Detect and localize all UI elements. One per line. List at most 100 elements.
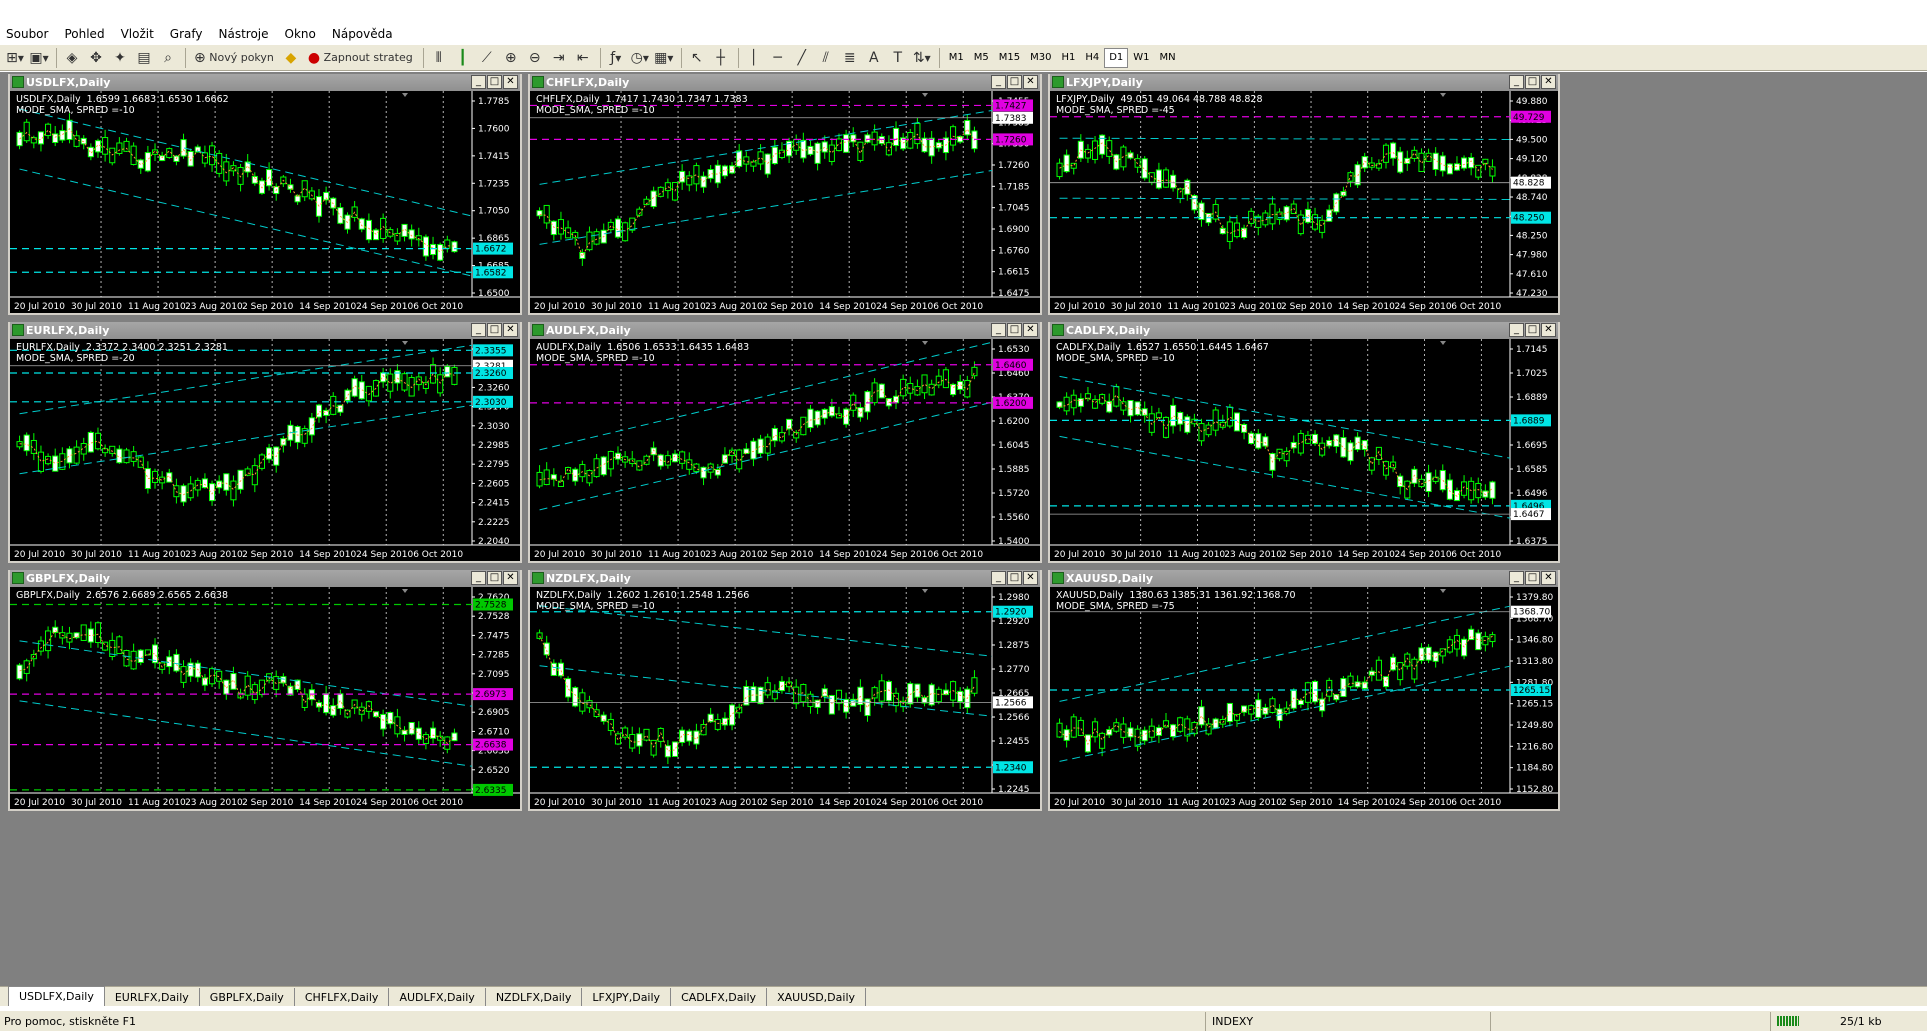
minimize-button[interactable]: _ [1509,323,1524,337]
chart-tab[interactable]: EURLFX,Daily [105,988,200,1006]
menu-item-6[interactable]: Nápověda [332,27,393,41]
channel-icon[interactable]: ⫽ [815,47,837,69]
chart-window[interactable]: USDLFX,Daily _ □ ✕ 20 Jul 2010 30 Jul 2010 11 … [8,74,522,315]
chart-tab[interactable]: AUDLFX,Daily [389,988,486,1006]
chart-window[interactable]: NZDLFX,Daily _ □ ✕ 20 Jul 2010 30 Jul 2010 11 … [528,570,1042,811]
bar-chart-icon[interactable]: ⫴ [428,47,450,69]
price-chart[interactable]: 20 Jul 2010 30 Jul 2010 11 Aug 2010 23 Aug … [1050,587,1558,809]
price-chart[interactable]: 20 Jul 2010 30 Jul 2010 11 Aug 2010 23 Aug … [530,91,1040,313]
profiles-icon[interactable]: ▣ ▾ [28,47,50,69]
timeframe-m1[interactable]: M1 [944,48,969,68]
close-button[interactable]: ✕ [503,323,518,337]
price-chart[interactable]: 20 Jul 2010 30 Jul 2010 11 Aug 2010 23 Aug … [1050,91,1558,313]
templates-icon[interactable]: ▦ ▾ [653,47,675,69]
minimize-button[interactable]: _ [1509,571,1524,585]
chart-tab[interactable]: CADLFX,Daily [671,988,768,1006]
menu-item-1[interactable]: Pohled [64,27,104,41]
autotrading-button[interactable]: ● Zapnout strateg [304,47,417,69]
chart-window-titlebar[interactable]: CHFLFX,Daily _ □ ✕ [530,74,1040,91]
zoom-in-icon[interactable]: ⊕ [500,47,522,69]
text-label-icon[interactable]: T [887,47,909,69]
indicators-icon[interactable]: ƒ ▾ [605,47,627,69]
close-button[interactable]: ✕ [1541,571,1556,585]
chart-window-titlebar[interactable]: EURLFX,Daily _ □ ✕ [10,322,520,339]
chart-window[interactable]: XAUUSD,Daily _ □ ✕ 20 Jul 2010 30 Jul 2010 11 … [1048,570,1560,811]
autoscroll-icon[interactable]: ⇥ [548,47,570,69]
arrows-icon[interactable]: ⇅ ▾ [911,47,933,69]
minimize-button[interactable]: _ [471,571,486,585]
timeframe-d1[interactable]: D1 [1104,47,1129,68]
new-order-button[interactable]: ⊕ Nový pokyn [190,47,278,69]
close-button[interactable]: ✕ [503,75,518,89]
price-chart[interactable]: 20 Jul 2010 30 Jul 2010 11 Aug 2010 23 Aug … [530,339,1040,561]
price-chart[interactable]: 20 Jul 2010 30 Jul 2010 11 Aug 2010 23 Aug … [10,587,520,809]
maximize-button[interactable]: □ [1007,571,1022,585]
minimize-button[interactable]: _ [471,75,486,89]
minimize-button[interactable]: _ [1509,75,1524,89]
timeframe-h4[interactable]: H4 [1080,48,1104,68]
price-chart[interactable]: 20 Jul 2010 30 Jul 2010 11 Aug 2010 23 Aug … [10,339,520,561]
fibonacci-icon[interactable]: ≣ [839,47,861,69]
chart-window-titlebar[interactable]: NZDLFX,Daily _ □ ✕ [530,570,1040,587]
vertical-line-icon[interactable]: │ [743,47,765,69]
chart-window[interactable]: EURLFX,Daily _ □ ✕ 20 Jul 2010 30 Jul 2010 11 … [8,322,522,563]
horizontal-line-icon[interactable]: ─ [767,47,789,69]
crosshair-icon[interactable]: ┼ [710,47,732,69]
close-button[interactable]: ✕ [1541,75,1556,89]
chart-tab[interactable]: CHFLFX,Daily [295,988,390,1006]
market-watch-icon[interactable]: ◈ [61,47,83,69]
chart-window-titlebar[interactable]: XAUUSD,Daily _ □ ✕ [1050,570,1558,587]
chart-tab[interactable]: GBPLFX,Daily [200,988,295,1006]
data-window-icon[interactable]: ✥ [85,47,107,69]
chart-window[interactable]: LFXJPY,Daily _ □ ✕ 20 Jul 2010 30 Jul 2010 11 … [1048,74,1560,315]
chart-window-titlebar[interactable]: AUDLFX,Daily _ □ ✕ [530,322,1040,339]
trendline-icon[interactable]: ╱ [791,47,813,69]
chart-window-titlebar[interactable]: USDLFX,Daily _ □ ✕ [10,74,520,91]
chart-tab[interactable]: NZDLFX,Daily [486,988,583,1006]
close-button[interactable]: ✕ [1023,323,1038,337]
maximize-button[interactable]: □ [1525,323,1540,337]
navigator-icon[interactable]: ✦ [109,47,131,69]
minimize-button[interactable]: _ [991,75,1006,89]
metaeditor-icon[interactable]: ◆ [280,47,302,69]
minimize-button[interactable]: _ [471,323,486,337]
chart-window[interactable]: CHFLFX,Daily _ □ ✕ 20 Jul 2010 30 Jul 2010 11 … [528,74,1042,315]
cursor-icon[interactable]: ↖ [686,47,708,69]
chart-window[interactable]: AUDLFX,Daily _ □ ✕ 20 Jul 2010 30 Jul 2010 11 … [528,322,1042,563]
maximize-button[interactable]: □ [487,323,502,337]
timeframe-m15[interactable]: M15 [994,48,1025,68]
terminal-icon[interactable]: ▤ [133,47,155,69]
close-button[interactable]: ✕ [503,571,518,585]
menu-item-0[interactable]: Soubor [6,27,48,41]
close-button[interactable]: ✕ [1023,75,1038,89]
price-chart[interactable]: 20 Jul 2010 30 Jul 2010 11 Aug 2010 23 Aug … [1050,339,1558,561]
chart-window-titlebar[interactable]: CADLFX,Daily _ □ ✕ [1050,322,1558,339]
close-button[interactable]: ✕ [1541,323,1556,337]
timeframe-w1[interactable]: W1 [1128,48,1154,68]
menu-item-4[interactable]: Nástroje [219,27,269,41]
line-chart-icon[interactable]: ⟋ [476,47,498,69]
zoom-out-icon[interactable]: ⊖ [524,47,546,69]
chart-tab[interactable]: LFXJPY,Daily [582,988,672,1006]
menu-item-5[interactable]: Okno [285,27,316,41]
maximize-button[interactable]: □ [487,75,502,89]
maximize-button[interactable]: □ [1525,75,1540,89]
candlestick-icon[interactable]: ┃ [452,47,474,69]
price-chart[interactable]: 20 Jul 2010 30 Jul 2010 11 Aug 2010 23 Aug … [10,91,520,313]
maximize-button[interactable]: □ [1525,571,1540,585]
chart-shift-icon[interactable]: ⇤ [572,47,594,69]
timeframe-m5[interactable]: M5 [969,48,994,68]
chart-window[interactable]: CADLFX,Daily _ □ ✕ 20 Jul 2010 30 Jul 2010 11 … [1048,322,1560,563]
text-icon[interactable]: A [863,47,885,69]
chart-window-titlebar[interactable]: LFXJPY,Daily _ □ ✕ [1050,74,1558,91]
maximize-button[interactable]: □ [487,571,502,585]
menu-item-3[interactable]: Grafy [170,27,203,41]
chart-tab[interactable]: XAUUSD,Daily [767,988,867,1006]
chart-window[interactable]: GBPLFX,Daily _ □ ✕ 20 Jul 2010 30 Jul 2010 11 … [8,570,522,811]
maximize-button[interactable]: □ [1007,75,1022,89]
timeframe-m30[interactable]: M30 [1025,48,1056,68]
menu-item-2[interactable]: Vložit [121,27,154,41]
chart-window-titlebar[interactable]: GBPLFX,Daily _ □ ✕ [10,570,520,587]
close-button[interactable]: ✕ [1023,571,1038,585]
tester-icon[interactable]: ⌕ [157,47,179,69]
